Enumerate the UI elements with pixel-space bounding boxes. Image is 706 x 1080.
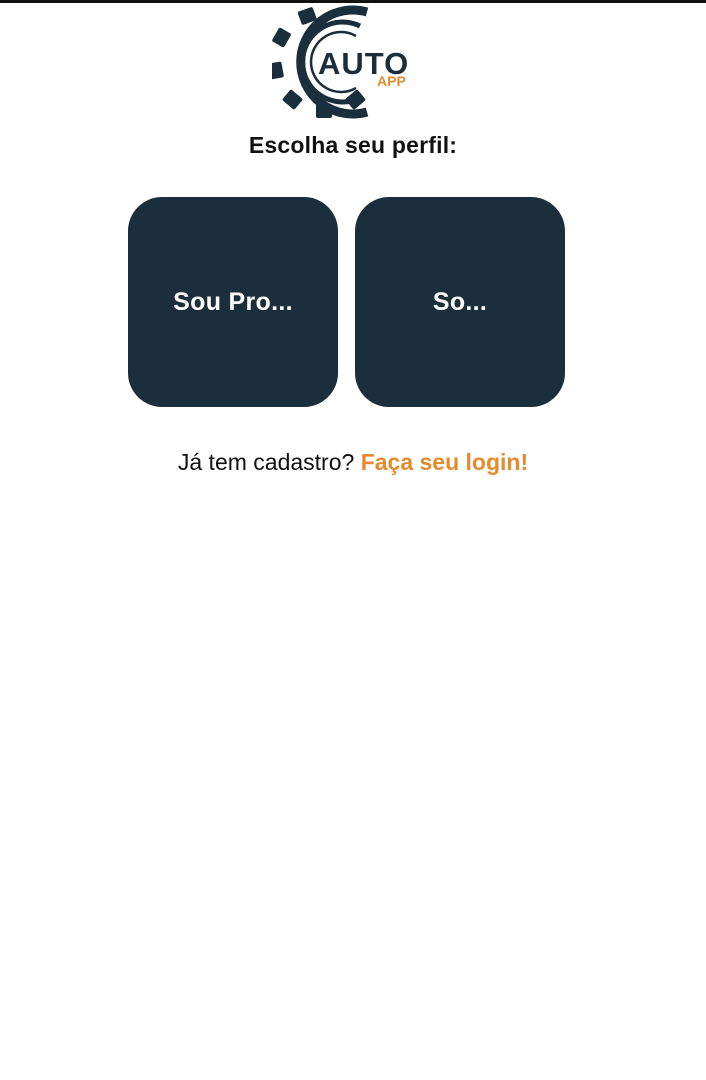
profile-title: Escolha seu perfil: (248, 132, 458, 158)
login-prompt: Já tem cadastro? Faça seu login! (0, 449, 706, 476)
client-profile-button[interactable]: So... (355, 197, 565, 407)
login-link[interactable]: Faça seu login! (361, 449, 528, 475)
gear-logo-icon: AUTO APP (272, 5, 408, 119)
profile-option-label: So... (432, 287, 488, 316)
logo-subtext: APP (377, 73, 406, 89)
profile-option-label: Sou Pro... (173, 287, 293, 316)
auto-app-logo: AUTO APP (272, 4, 422, 120)
login-prompt-text: Já tem cadastro? (177, 449, 355, 475)
professional-profile-button[interactable]: Sou Pro... (128, 197, 338, 407)
top-status-bar (0, 0, 706, 3)
